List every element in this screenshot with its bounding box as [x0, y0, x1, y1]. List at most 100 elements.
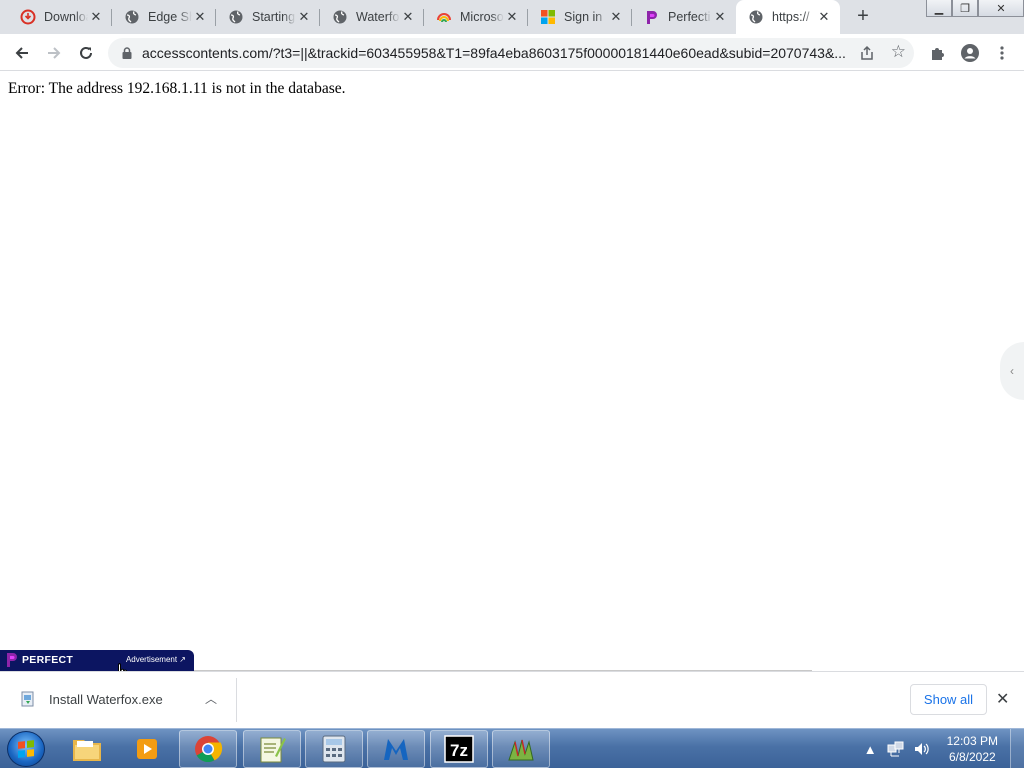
tab-edge-sh[interactable]: Edge Sh ✕ — [104, 0, 216, 34]
microsoft-logo-icon — [540, 9, 556, 25]
network-icon[interactable] — [887, 741, 905, 757]
taskbar-notepad-plus[interactable] — [243, 730, 301, 768]
side-panel-toggle[interactable]: ‹ — [1000, 342, 1024, 400]
globe-icon — [332, 9, 348, 25]
advertisement-label[interactable]: Advertisement ↗ — [126, 655, 186, 664]
tab-close-icon[interactable]: ✕ — [608, 9, 624, 25]
url-text[interactable]: accesscontents.com/?t3=||&trackid=603455… — [142, 45, 850, 61]
windows-logo-icon — [18, 740, 34, 758]
reload-button[interactable] — [73, 40, 99, 66]
installer-file-icon — [21, 691, 34, 707]
menu-button[interactable] — [990, 41, 1014, 65]
browser-toolbar: accesscontents.com/?t3=||&trackid=603455… — [0, 34, 1024, 71]
forward-arrow-icon — [48, 47, 61, 59]
clock-date: 6/8/2022 — [948, 750, 996, 764]
close-window-button[interactable]: ✕ — [978, 0, 1024, 17]
chevron-left-icon: ‹ — [1010, 364, 1014, 378]
taskbar-media-player[interactable] — [118, 730, 176, 768]
download-file-name: Install Waterfox.exe — [49, 692, 163, 707]
tab-title: Perfecti — [668, 10, 711, 24]
profile-button[interactable] — [958, 41, 982, 65]
reload-icon — [80, 46, 92, 59]
ad-brand-name: PERFECT — [22, 653, 74, 666]
tab-waterfox[interactable]: Waterfo ✕ — [312, 0, 424, 34]
kebab-menu-icon — [1000, 46, 1004, 60]
notepad-plus-icon — [260, 737, 286, 763]
tab-downloads[interactable]: Downloads ✕ — [0, 0, 112, 34]
taskbar-chrome[interactable] — [179, 730, 237, 768]
tab-close-icon[interactable]: ✕ — [192, 9, 208, 25]
clock-time: 12:03 PM — [946, 734, 998, 748]
back-button[interactable] — [9, 40, 35, 66]
clock[interactable]: 12:03 PM 6/8/2022 — [947, 733, 998, 765]
advertisement-banner[interactable]: PERFECT Advertisement ↗ — [0, 650, 194, 671]
download-item[interactable]: Install Waterfox.exe ︿ — [0, 678, 237, 722]
tab-close-icon[interactable]: ✕ — [400, 9, 416, 25]
page-content: Error: The address 192.168.1.11 is not i… — [0, 72, 1024, 683]
tab-close-icon[interactable]: ✕ — [88, 9, 104, 25]
tab-strip: Downloads ✕ Edge Sh ✕ Starting ✕ Waterfo… — [0, 0, 1024, 34]
tab-microsoft[interactable]: Microso ✕ — [416, 0, 528, 34]
avatar-icon — [961, 44, 979, 62]
tab-close-icon[interactable]: ✕ — [816, 9, 832, 25]
tab-title: Microso — [460, 10, 504, 24]
downloads-icon — [20, 9, 36, 25]
forward-button[interactable] — [41, 40, 67, 66]
window-controls: ▁ ❐ ✕ — [926, 0, 1024, 18]
show-all-button[interactable]: Show all — [910, 684, 987, 715]
tab-close-icon[interactable]: ✕ — [504, 9, 520, 25]
tab-title: Sign in — [564, 10, 603, 24]
perfect-logo-icon — [7, 653, 17, 667]
share-icon[interactable] — [858, 44, 876, 62]
tab-perfect[interactable]: Perfecti ✕ — [624, 0, 736, 34]
tab-sign-in[interactable]: Sign in ✕ — [520, 0, 632, 34]
tab-starting[interactable]: Starting ✕ — [208, 0, 320, 34]
error-message: Error: The address 192.168.1.11 is not i… — [8, 80, 346, 97]
taskbar-winrar[interactable] — [492, 730, 550, 768]
minimize-button[interactable]: ▁ — [926, 0, 952, 17]
tab-title: Starting — [252, 10, 296, 24]
tab-close-icon[interactable]: ✕ — [712, 9, 728, 25]
restore-button[interactable]: ❐ — [952, 0, 978, 17]
show-desktop-button[interactable] — [1010, 729, 1024, 768]
tab-title: Waterfo — [356, 10, 400, 24]
tab-title: Edge Sh — [148, 10, 192, 24]
show-hidden-icons-icon[interactable]: ▲ — [864, 742, 877, 757]
taskbar: 7z ▲ 12:03 PM 6/8/2022 — [0, 728, 1024, 768]
start-button[interactable] — [7, 731, 45, 767]
bookmark-star-icon[interactable]: ☆ — [891, 42, 906, 62]
folder-icon — [73, 740, 101, 761]
volume-icon[interactable] — [913, 741, 931, 757]
chevron-up-icon[interactable]: ︿ — [205, 690, 217, 707]
back-arrow-icon — [15, 47, 28, 59]
download-shelf: Install Waterfox.exe ︿ Show all ✕ — [0, 671, 1024, 728]
system-tray: ▲ 12:03 PM 6/8/2022 — [864, 729, 1024, 768]
tab-active[interactable]: https:// ✕ — [736, 0, 840, 34]
perfect-logo-icon — [644, 9, 660, 25]
lock-icon[interactable] — [120, 46, 134, 60]
ad-brand: PERFECT — [6, 652, 73, 667]
media-player-icon — [137, 739, 157, 759]
calculator-icon — [322, 735, 346, 763]
winrar-icon — [508, 739, 534, 761]
address-bar[interactable]: accesscontents.com/?t3=||&trackid=603455… — [108, 38, 914, 68]
7zip-icon: 7z — [444, 735, 474, 763]
close-shelf-icon[interactable]: ✕ — [996, 689, 1009, 709]
tab-close-icon[interactable]: ✕ — [296, 9, 312, 25]
puzzle-icon — [932, 48, 944, 60]
tab-title: Downloads — [44, 10, 88, 24]
new-tab-button[interactable]: + — [851, 6, 875, 28]
globe-icon — [228, 9, 244, 25]
globe-icon — [124, 9, 140, 25]
taskbar-7zip[interactable]: 7z — [430, 730, 488, 768]
chrome-icon — [195, 736, 223, 763]
globe-icon — [748, 9, 764, 25]
taskbar-malwarebytes[interactable] — [367, 730, 425, 768]
tab-title: https:// — [772, 10, 810, 24]
taskbar-explorer[interactable] — [58, 730, 116, 768]
taskbar-calculator[interactable] — [305, 730, 363, 768]
svg-text:7z: 7z — [450, 741, 468, 760]
malwarebytes-icon — [384, 739, 408, 760]
microsoft-edge-icon — [436, 9, 452, 25]
extensions-button[interactable] — [926, 41, 950, 65]
